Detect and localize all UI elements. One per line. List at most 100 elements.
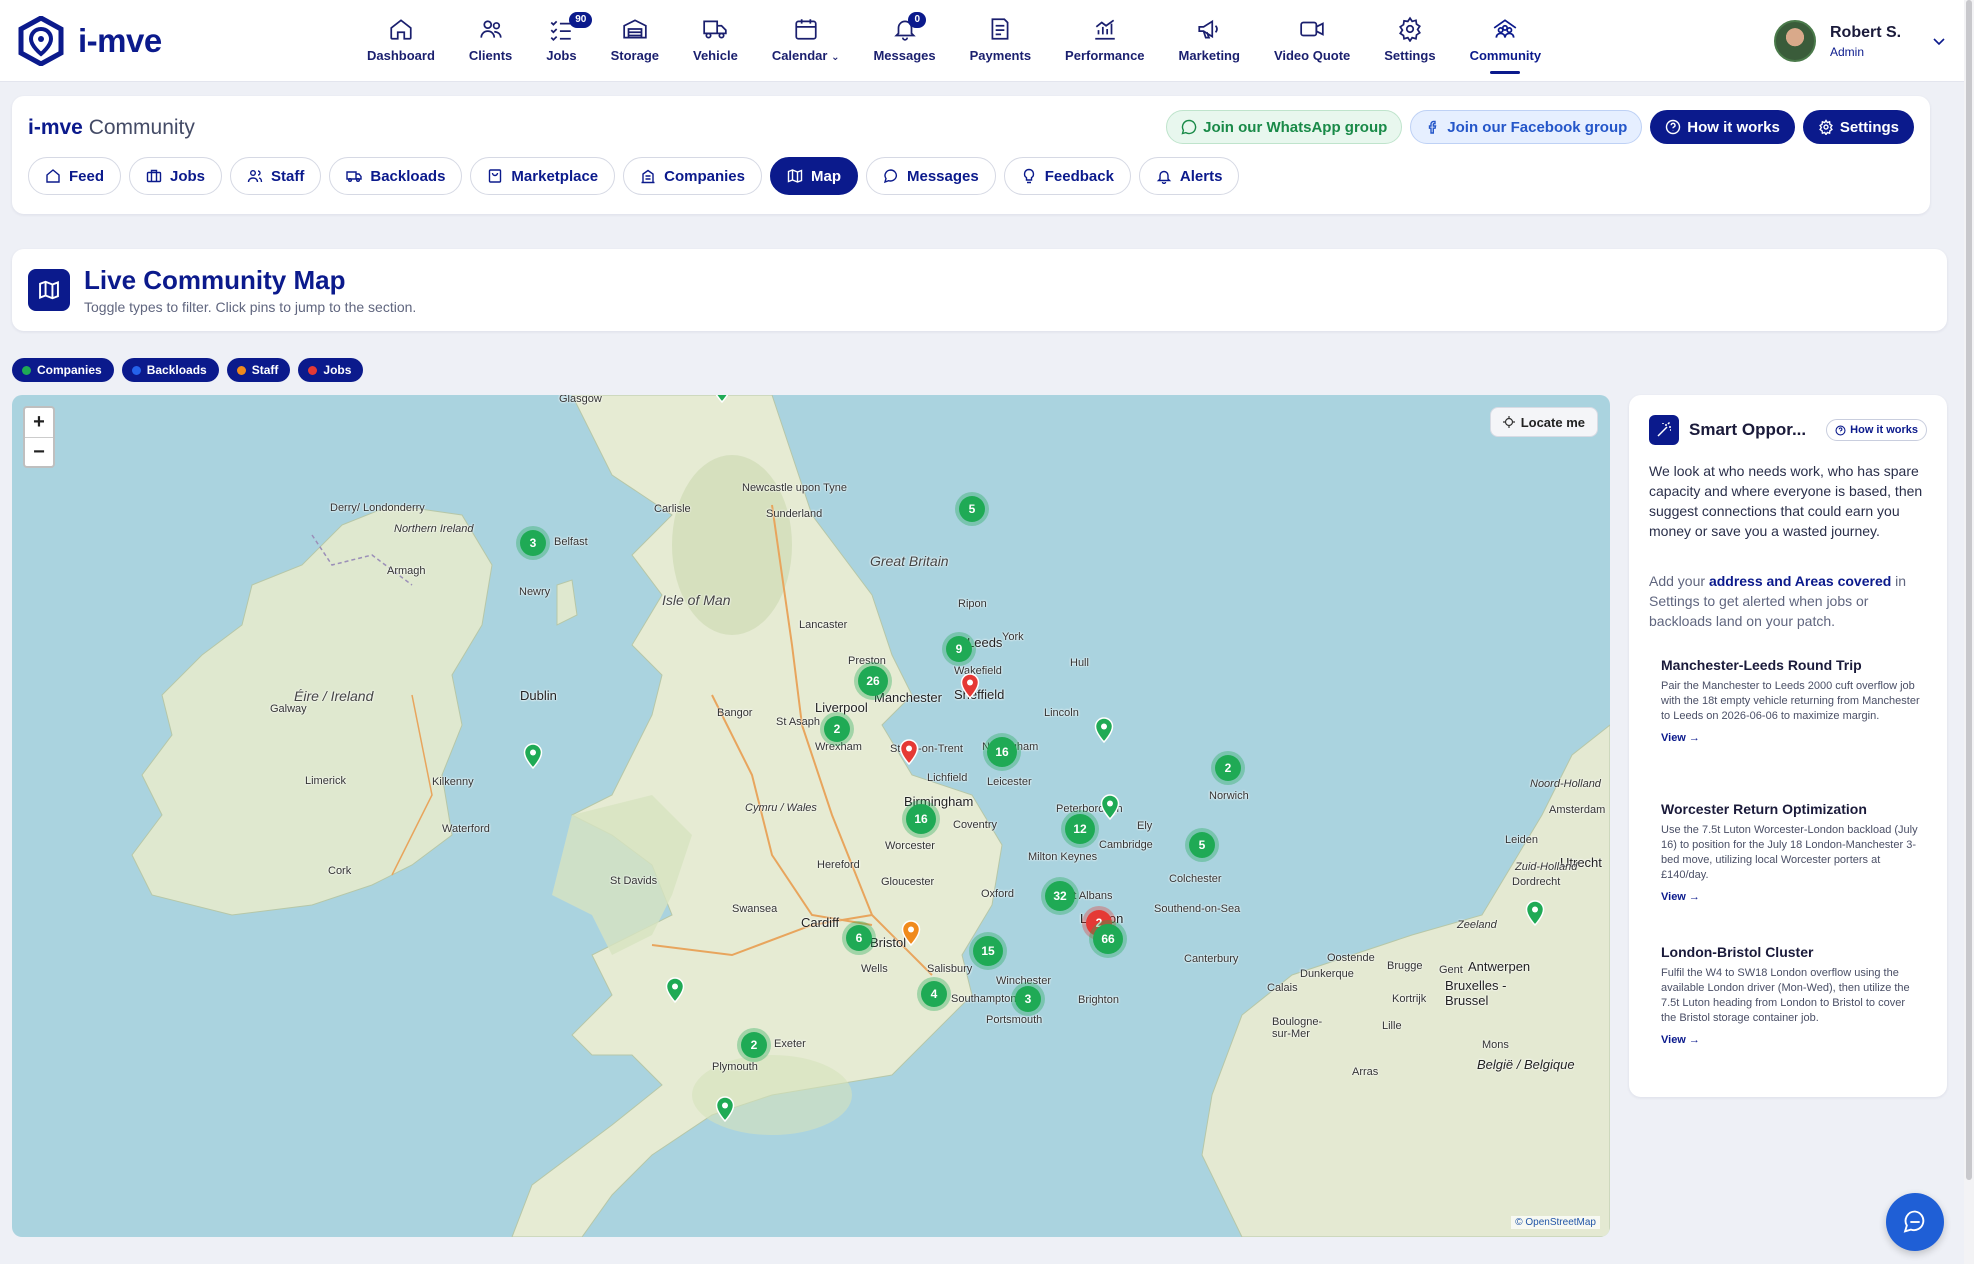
tab-companies[interactable]: Companies — [623, 157, 762, 195]
place-label: Dordrecht — [1512, 876, 1561, 888]
map-cluster[interactable]: 16 — [906, 804, 936, 834]
place-label: Newry — [519, 586, 551, 598]
map-cluster[interactable]: 3 — [1015, 986, 1041, 1012]
filter-staff[interactable]: Staff — [226, 358, 291, 382]
map-cluster[interactable]: 26 — [858, 666, 888, 696]
staff-pin[interactable] — [901, 920, 921, 946]
map-tiles[interactable] — [12, 395, 1610, 1237]
nav-payments[interactable]: Payments — [953, 16, 1048, 68]
place-label: Leeds — [967, 635, 1003, 650]
nav-video-quote[interactable]: Video Quote — [1257, 16, 1367, 68]
map-cluster[interactable]: 6 — [846, 925, 872, 951]
support-chat-button[interactable] — [1886, 1193, 1944, 1251]
tab-feedback[interactable]: Feedback — [1003, 157, 1131, 195]
job-pin[interactable] — [960, 673, 980, 699]
map-cluster[interactable]: 32 — [1045, 881, 1075, 911]
place-label: Lancaster — [799, 619, 848, 631]
tab-map[interactable]: Map — [770, 157, 858, 195]
opportunity-view-link[interactable]: View → — [1661, 891, 1923, 903]
nav-vehicle[interactable]: Vehicle — [676, 16, 755, 68]
map-cluster[interactable]: 3 — [520, 530, 546, 556]
map-attribution[interactable]: © OpenStreetMap — [1511, 1216, 1600, 1229]
nav-clients[interactable]: Clients — [452, 16, 529, 68]
community-header: i-mve Community Join our WhatsApp group … — [12, 96, 1930, 214]
zoom-in-button[interactable]: + — [25, 408, 53, 437]
tab-feed[interactable]: Feed — [28, 157, 122, 195]
filter-jobs[interactable]: Jobs — [298, 358, 364, 382]
map-cluster[interactable]: 4 — [921, 981, 947, 1007]
top-navigation: i-mve Dashboard Clients 90 Jobs Storage … — [0, 0, 1974, 82]
tab-alerts[interactable]: Alerts — [1138, 157, 1240, 195]
map-cluster[interactable]: 5 — [1189, 832, 1215, 858]
tab-staff[interactable]: Staff — [230, 157, 322, 195]
company-pin[interactable] — [665, 977, 685, 1003]
nav-label: Storage — [610, 48, 659, 63]
map-cluster[interactable]: 2 — [1215, 755, 1241, 781]
facebook-group-button[interactable]: Join our Facebook group — [1410, 110, 1643, 144]
place-label: Exeter — [774, 1038, 806, 1050]
place-label: Great Britain — [870, 553, 949, 569]
community-settings-button[interactable]: Settings — [1802, 110, 1914, 144]
opportunity-description: Pair the Manchester to Leeds 2000 cuft o… — [1661, 680, 1920, 722]
tab-messages[interactable]: Messages — [866, 157, 996, 195]
zoom-out-button[interactable]: − — [25, 437, 53, 466]
map-cluster[interactable]: 5 — [959, 496, 985, 522]
company-pin[interactable] — [1525, 900, 1545, 926]
tab-backloads[interactable]: Backloads — [329, 157, 463, 195]
how-it-works-button[interactable]: How it works — [1826, 419, 1927, 441]
how-it-works-button[interactable]: How it works — [1650, 110, 1795, 144]
opportunity-view-link[interactable]: View → — [1661, 732, 1923, 744]
jobs-color-dot — [308, 365, 318, 375]
map-cluster[interactable]: 2 — [824, 716, 850, 742]
page-scrollbar[interactable] — [1964, 0, 1974, 1264]
place-label: York — [1002, 631, 1024, 643]
map-cluster[interactable]: 9 — [946, 636, 972, 662]
settings-link[interactable]: address and Areas covered — [1709, 573, 1891, 589]
tab-marketplace[interactable]: Marketplace — [470, 157, 616, 195]
whatsapp-group-button[interactable]: Join our WhatsApp group — [1166, 110, 1403, 144]
locate-me-button[interactable]: Locate me — [1489, 407, 1598, 437]
map-cluster[interactable]: 15 — [973, 936, 1003, 966]
filter-companies[interactable]: Companies — [12, 358, 114, 382]
job-pin[interactable] — [899, 739, 919, 765]
briefcase-icon — [146, 169, 162, 183]
nav-marketing[interactable]: Marketing — [1162, 16, 1257, 68]
zoom-control: + − — [23, 406, 55, 468]
map-cluster[interactable]: 16 — [987, 737, 1017, 767]
facebook-icon — [1429, 120, 1437, 134]
company-pin[interactable] — [715, 1096, 735, 1122]
company-pin[interactable] — [1100, 794, 1120, 820]
nav-storage[interactable]: Storage — [594, 16, 676, 68]
nav-jobs[interactable]: 90 Jobs — [529, 12, 593, 68]
filter-backloads[interactable]: Backloads — [121, 358, 219, 382]
company-pin[interactable] — [523, 743, 543, 769]
nav-calendar[interactable]: Calendar ⌄ — [755, 16, 857, 68]
place-label: Wrexham — [815, 741, 862, 753]
company-pin[interactable] — [712, 395, 732, 403]
nav-community[interactable]: Community — [1453, 16, 1559, 68]
nav-messages[interactable]: 0 Messages — [856, 12, 952, 68]
opportunity-view-link[interactable]: View → — [1661, 1034, 1923, 1046]
place-label: Newcastle upon Tyne — [742, 482, 847, 494]
map-cluster[interactable]: 66 — [1093, 924, 1123, 954]
nav-dashboard[interactable]: Dashboard — [350, 16, 452, 68]
nav-label: Jobs — [546, 48, 577, 63]
scrollbar-thumb[interactable] — [1966, 0, 1972, 1180]
community-map[interactable]: Glasgow Newcastle upon Tyne Sunderland C… — [12, 395, 1610, 1237]
map-cluster[interactable]: 2 — [741, 1032, 767, 1058]
place-label: Bangor — [717, 707, 753, 719]
panel-title: Smart Oppor... — [1689, 420, 1807, 439]
brand-logo[interactable]: i-mve — [18, 16, 162, 66]
map-cluster[interactable]: 12 — [1065, 814, 1095, 844]
place-label: Antwerpen — [1468, 959, 1531, 974]
place-label: Armagh — [387, 565, 426, 577]
panel-hint: Add your address and Areas covered in Se… — [1649, 573, 1907, 629]
place-label: Derry/ Londonderry — [330, 502, 425, 514]
jobs-count-badge: 90 — [569, 12, 593, 28]
main-nav: Dashboard Clients 90 Jobs Storage Vehicl… — [350, 12, 1559, 68]
nav-settings[interactable]: Settings — [1367, 16, 1452, 68]
tab-jobs[interactable]: Jobs — [129, 157, 223, 195]
company-pin[interactable] — [1094, 717, 1114, 743]
user-menu[interactable]: Robert S. Admin — [1774, 20, 1947, 62]
nav-performance[interactable]: Performance — [1048, 16, 1161, 68]
